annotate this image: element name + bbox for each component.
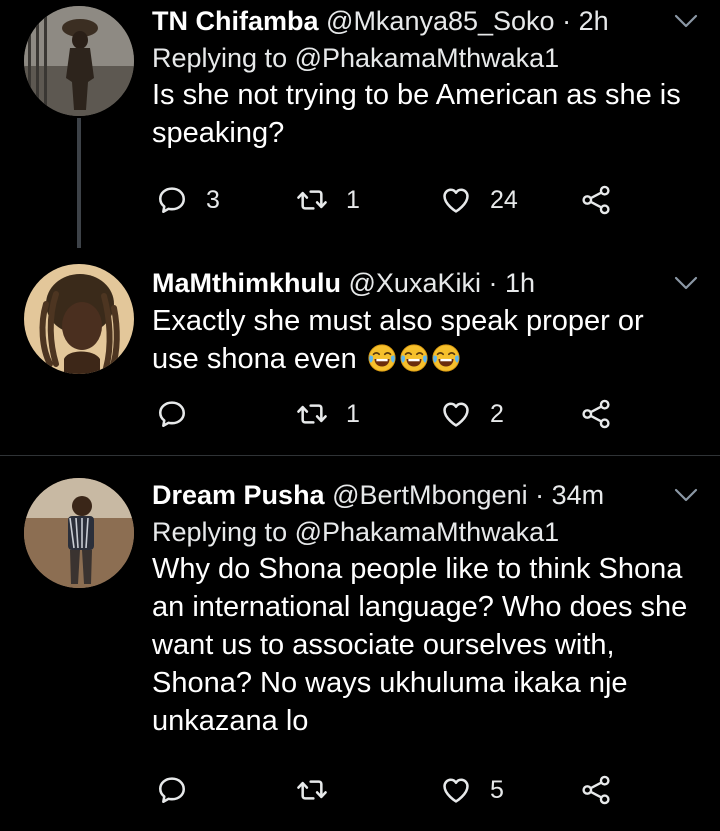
avatar-image xyxy=(24,264,134,374)
user-handle[interactable]: @XuxaKiki xyxy=(349,268,481,298)
replying-to: Replying to @PhakamaMthwaka1 xyxy=(152,40,700,76)
retweet-button[interactable] xyxy=(296,774,346,806)
display-name[interactable]: TN Chifamba xyxy=(152,6,319,36)
timestamp[interactable]: 1h xyxy=(505,268,535,298)
separator-dot: · xyxy=(562,6,572,36)
replying-to-handle[interactable]: @PhakamaMthwaka1 xyxy=(295,517,560,547)
reply-button[interactable] xyxy=(156,774,206,806)
timestamp[interactable]: 34m xyxy=(552,480,605,510)
retweet-button[interactable]: 1 xyxy=(296,184,360,216)
face-with-tears-of-joy-icon xyxy=(367,343,397,373)
like-button[interactable]: 24 xyxy=(440,184,518,216)
reply-icon xyxy=(156,774,188,806)
chevron-down-icon[interactable] xyxy=(672,10,700,32)
reply-button[interactable]: 3 xyxy=(156,184,220,216)
tweet-1[interactable]: TN Chifamba @Mkanya85_Soko · 2h Replying… xyxy=(0,0,720,250)
heart-icon xyxy=(440,184,472,216)
avatar[interactable] xyxy=(24,478,134,588)
user-handle[interactable]: @Mkanya85_Soko xyxy=(326,6,555,36)
heart-icon xyxy=(440,774,472,806)
retweet-icon xyxy=(296,774,328,806)
avatar-image xyxy=(24,478,134,588)
tweet-actions: 5 xyxy=(156,774,626,814)
replying-to-label: Replying to xyxy=(152,517,288,547)
separator-dot: · xyxy=(488,268,498,298)
reply-icon xyxy=(156,184,188,216)
share-icon xyxy=(580,398,612,430)
chevron-down-icon[interactable] xyxy=(672,272,700,294)
replying-to: Replying to @PhakamaMthwaka1 xyxy=(152,514,700,550)
replying-to-label: Replying to xyxy=(152,43,288,73)
tweet-text: Is she not trying to be American as she … xyxy=(152,79,681,149)
tweet-header: TN Chifamba @Mkanya85_Soko · 2h xyxy=(152,4,700,40)
retweet-count: 1 xyxy=(346,185,360,214)
retweet-count: 1 xyxy=(346,399,360,428)
display-name[interactable]: Dream Pusha xyxy=(152,480,325,510)
retweet-icon xyxy=(296,184,328,216)
separator-dot: · xyxy=(535,480,545,510)
tweet-actions: 1 2 xyxy=(156,398,626,438)
like-count: 24 xyxy=(490,185,518,214)
user-handle[interactable]: @BertMbongeni xyxy=(332,480,528,510)
reply-button[interactable] xyxy=(156,398,206,430)
tweet-3[interactable]: Dream Pusha @BertMbongeni · 34m Replying… xyxy=(0,456,720,831)
reply-icon xyxy=(156,398,188,430)
tweet-header: MaMthimkhulu @XuxaKiki · 1h xyxy=(152,266,700,302)
tweet-text: Why do Shona people like to think Shona … xyxy=(152,553,688,737)
share-icon xyxy=(580,184,612,216)
retweet-icon xyxy=(296,398,328,430)
tweet-2[interactable]: MaMthimkhulu @XuxaKiki · 1h Exactly she … xyxy=(0,250,720,455)
thread-line xyxy=(77,118,81,248)
replying-to-handle[interactable]: @PhakamaMthwaka1 xyxy=(295,43,560,73)
share-button[interactable] xyxy=(580,398,612,430)
like-count: 5 xyxy=(490,775,504,804)
tweet-actions: 3 1 24 xyxy=(156,184,626,224)
reply-count: 3 xyxy=(206,185,220,214)
face-with-tears-of-joy-icon xyxy=(399,343,429,373)
avatar[interactable] xyxy=(24,264,134,374)
heart-icon xyxy=(440,398,472,430)
timestamp[interactable]: 2h xyxy=(579,6,609,36)
avatar[interactable] xyxy=(24,6,134,116)
tweet-header: Dream Pusha @BertMbongeni · 34m xyxy=(152,478,700,514)
display-name[interactable]: MaMthimkhulu xyxy=(152,268,341,298)
tweet-text: Exactly she must also speak proper or us… xyxy=(152,302,672,378)
avatar-image xyxy=(24,6,134,116)
chevron-down-icon[interactable] xyxy=(672,484,700,506)
tweet-text-body: Exactly she must also speak proper or us… xyxy=(152,305,644,375)
share-button[interactable] xyxy=(580,184,612,216)
like-button[interactable]: 5 xyxy=(440,774,504,806)
share-icon xyxy=(580,774,612,806)
retweet-button[interactable]: 1 xyxy=(296,398,360,430)
face-with-tears-of-joy-icon xyxy=(431,343,461,373)
like-count: 2 xyxy=(490,399,504,428)
like-button[interactable]: 2 xyxy=(440,398,504,430)
share-button[interactable] xyxy=(580,774,612,806)
